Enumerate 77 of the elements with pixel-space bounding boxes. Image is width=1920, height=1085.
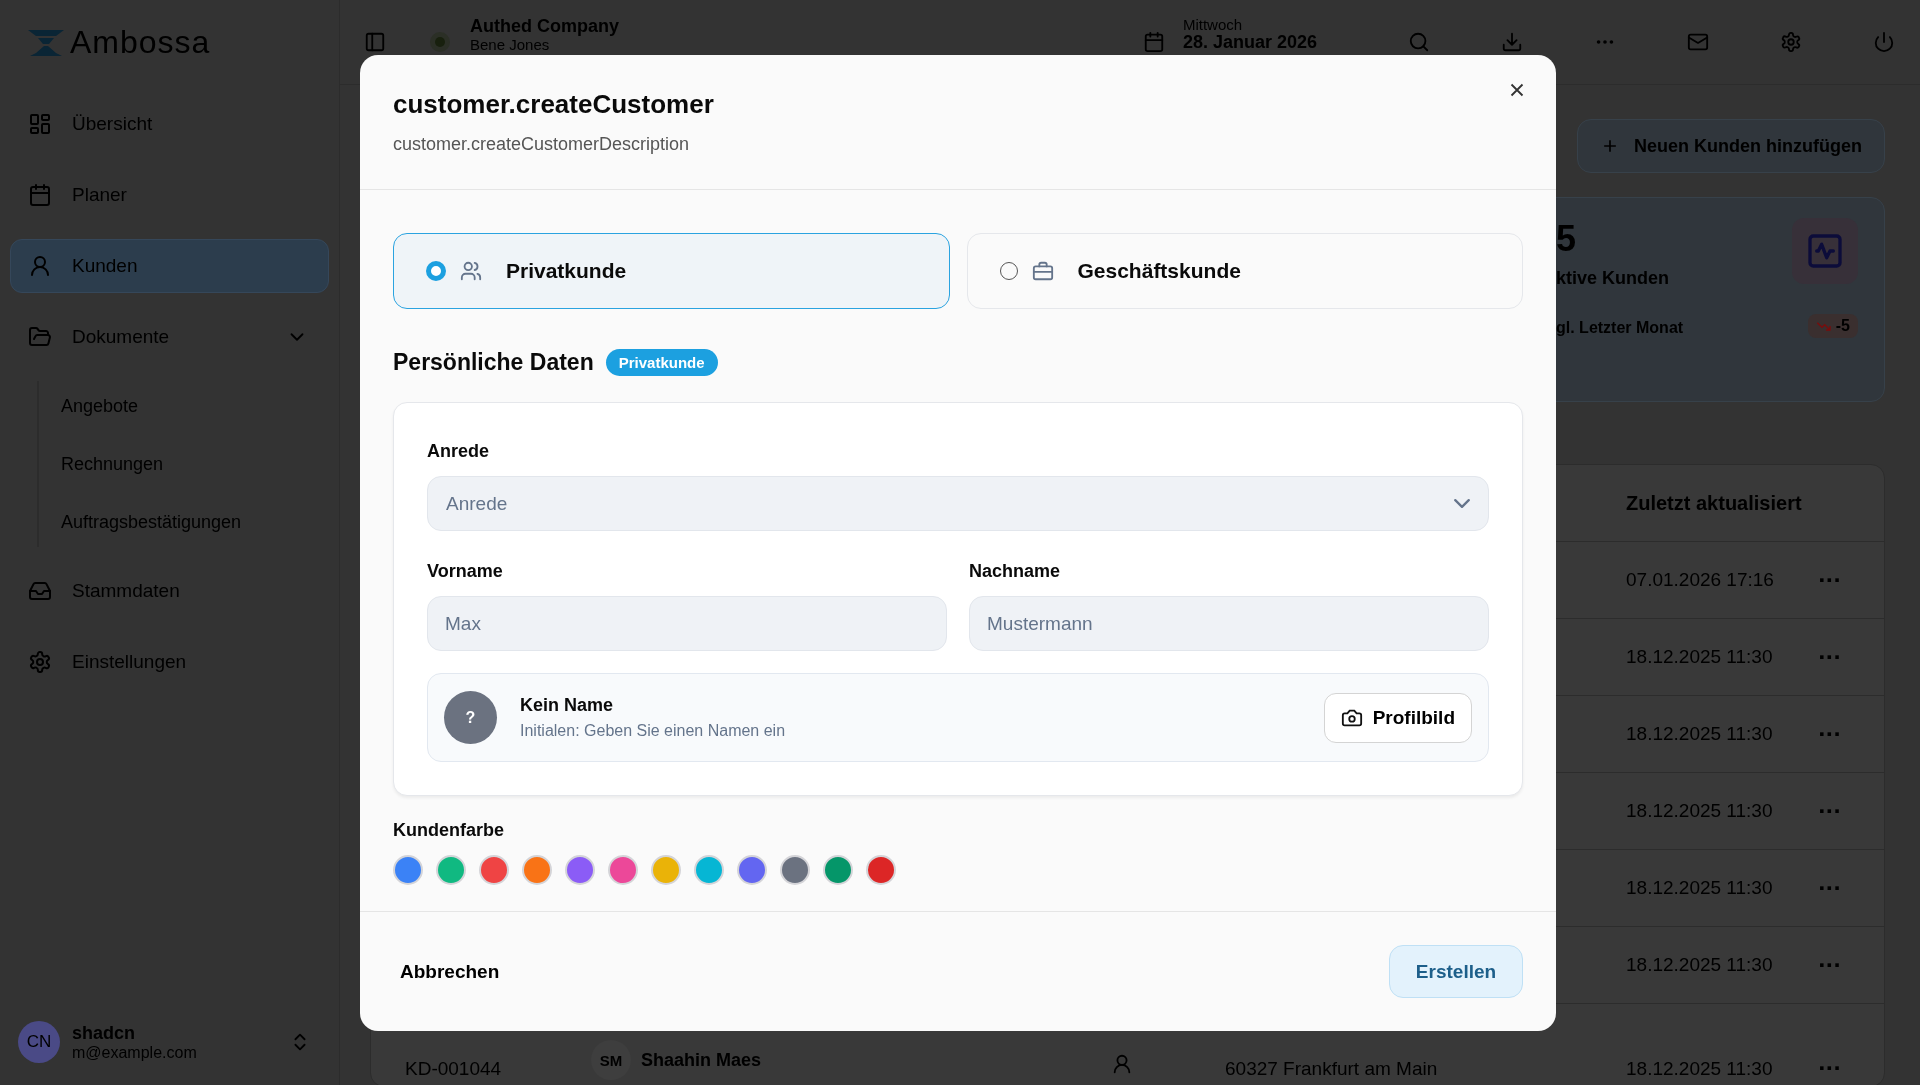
chevron-icon [1454,499,1470,508]
person-icon [28,254,52,278]
color-swatch[interactable] [479,855,509,885]
color-swatch[interactable] [608,855,638,885]
color-swatch[interactable] [436,855,466,885]
people-icon [460,260,482,282]
trend-badge: -5 [1807,314,1858,338]
column-header: Zuletzt aktualisiert [1626,491,1803,515]
color-swatch[interactable] [780,855,810,885]
salutation-select[interactable]: Anrede [427,476,1489,531]
color-swatch[interactable] [823,855,853,885]
power-icon[interactable] [1873,31,1895,53]
table-cell-text: 18.12.2025 11:30 [1626,1058,1774,1080]
field-label: Anrede [427,441,490,462]
stat-value: 5 [1556,218,1578,260]
search-icon[interactable] [1408,31,1430,53]
table-cell-text: KD-001044 [405,1058,503,1080]
profile-avatar: ? [444,691,497,744]
color-swatch[interactable] [393,855,423,885]
nav-item[interactable]: Kunden [10,239,329,293]
customer-avatar: SM [591,1040,631,1080]
field-label: Nachname [969,561,1062,582]
cancel-button[interactable]: Abbrechen [380,948,520,995]
row-actions-button[interactable]: ··· [1814,953,1845,977]
table-cell-text: 18.12.2025 11:30 [1626,646,1774,668]
activity-icon [1792,218,1858,284]
folder-icon [28,325,52,349]
row-actions-button[interactable]: ··· [1814,722,1845,746]
color-swatch[interactable] [737,855,767,885]
calendar-icon [1142,31,1165,53]
stat-label: ktive Kunden [1556,268,1671,289]
color-swatch[interactable] [866,855,896,885]
briefcase-icon [1031,260,1054,282]
user-avatar: CN [18,1021,60,1063]
field-label: Vorname [427,561,504,582]
customer-name: Shaahin Maes [641,1049,762,1071]
profile-hint: Initialen: Geben Sie einen Namen ein [520,722,787,740]
profile-name: Kein Name [520,695,615,716]
company-logo-icon [428,30,452,54]
calendar-icon [28,183,52,207]
mail-icon[interactable] [1687,31,1709,53]
row-actions-button[interactable]: ··· [1814,1056,1845,1080]
person-icon [1111,1053,1133,1075]
dialog-description: customer.createCustomerDescription [393,134,691,155]
grid-icon [28,112,52,136]
table-cell-text: 18.12.2025 11:30 [1626,877,1774,899]
row-actions-button[interactable]: ··· [1814,876,1845,900]
sidebar-toggle-icon[interactable] [364,31,386,53]
dialog-title: customer.createCustomer [393,89,715,120]
profile-picture-button[interactable]: Profilbild [1323,692,1472,743]
customer-type-badge: Privatkunde [605,349,718,376]
row-actions-button[interactable]: ··· [1814,568,1845,592]
section-title: Persönliche Daten [393,349,594,376]
settings-icon[interactable] [1780,31,1802,53]
customer-type-option[interactable]: Geschäftskunde [966,233,1523,309]
table-cell-text: 18.12.2025 11:30 [1626,800,1774,822]
stat-comparison: gl. Letzter Monat [1556,319,1684,337]
first-name-field[interactable]: Max [427,596,947,651]
row-actions-button[interactable]: ··· [1814,799,1845,823]
create-button[interactable]: Erstellen [1389,945,1523,998]
add-customer-button[interactable]: Neuen Kunden hinzufügen [1577,119,1885,173]
table-cell-text: 60327 Frankfurt am Main [1225,1058,1439,1080]
color-swatch[interactable] [522,855,552,885]
radio-button[interactable] [426,261,446,281]
customer-type-option[interactable]: Privatkunde [393,233,950,309]
table-cell-text: 18.12.2025 11:30 [1626,954,1774,976]
last-name-field[interactable]: Mustermann [969,596,1489,651]
settings-icon [28,650,52,674]
inbox-icon [28,579,52,603]
table-cell-text: 07.01.2026 17:16 [1626,569,1775,591]
download-icon[interactable] [1501,31,1523,53]
color-swatch[interactable] [651,855,681,885]
row-actions-button[interactable]: ··· [1814,645,1845,669]
field-label: Kundenfarbe [393,820,505,841]
color-swatch[interactable] [694,855,724,885]
table-cell-text: 18.12.2025 11:30 [1626,723,1774,745]
color-swatch[interactable] [565,855,595,885]
